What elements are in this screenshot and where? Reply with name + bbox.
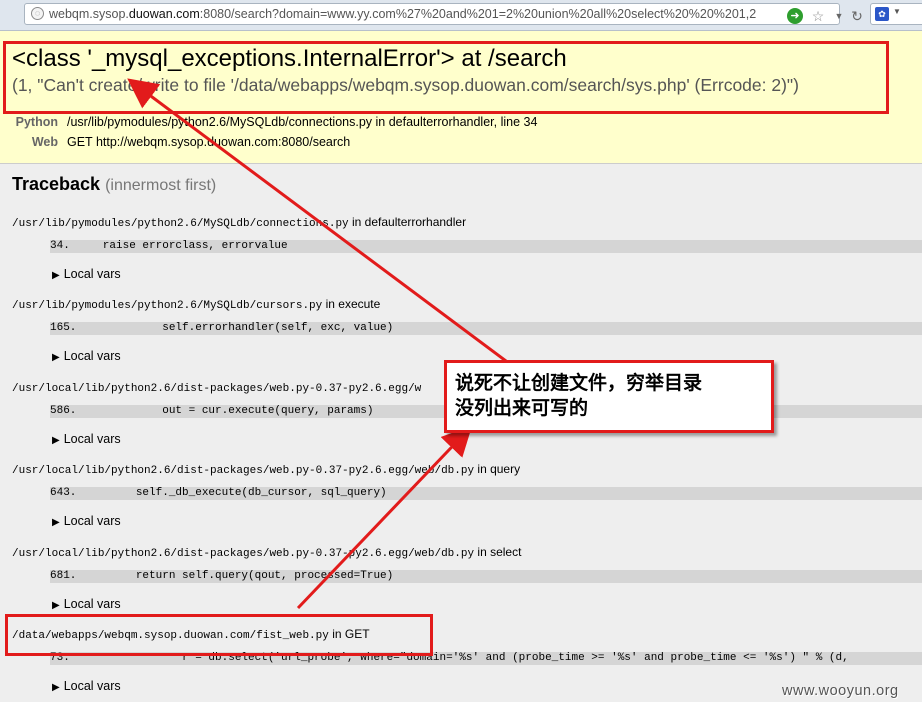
local-vars-toggle[interactable]: ▶ Local vars [52, 349, 121, 363]
triangle-right-icon: ▶ [52, 682, 60, 693]
triangle-right-icon: ▶ [52, 352, 60, 363]
reload-icon[interactable]: ↻ [849, 8, 865, 24]
frame-file: /usr/local/lib/python2.6/dist-packages/w… [12, 462, 521, 477]
local-vars-toggle[interactable]: ▶ Local vars [52, 432, 121, 446]
traceback-title: Traceback [12, 174, 101, 194]
web-value: GET http://webqm.sysop.duowan.com:8080/s… [67, 135, 351, 149]
local-vars-toggle[interactable]: ▶ Local vars [52, 267, 121, 281]
frame-file: /usr/local/lib/python2.6/dist-packages/w… [12, 545, 522, 560]
bookmark-star-icon[interactable]: ☆ [810, 8, 826, 24]
callout-line-1: 说死不让创建文件，穷举目录 [455, 372, 703, 394]
baidu-paw-icon[interactable]: ✿ [875, 7, 889, 21]
browser-toolbar: ◌ webqm.sysop.duowan.com:8080/search?dom… [0, 0, 922, 31]
frame-code: 681. return self.query(qout, processed=T… [50, 570, 922, 583]
python-value: /usr/lib/pymodules/python2.6/MySQLdb/con… [67, 115, 538, 129]
url-text[interactable]: webqm.sysop.duowan.com:8080/search?domai… [49, 7, 779, 21]
highlight-box-source-path [5, 614, 433, 656]
go-arrow-icon[interactable]: ➜ [787, 8, 803, 24]
frame-file: /usr/local/lib/python2.6/dist-packages/w… [12, 383, 422, 395]
url-dropdown-icon[interactable]: ▼ [831, 8, 847, 24]
frame-code: 165. self.errorhandler(self, exc, value) [50, 322, 922, 335]
triangle-right-icon: ▶ [52, 517, 60, 528]
python-label: Python [15, 115, 58, 129]
triangle-right-icon: ▶ [52, 435, 60, 446]
web-row: Web GET http://webqm.sysop.duowan.com:808… [0, 135, 350, 149]
local-vars-toggle[interactable]: ▶ Local vars [52, 679, 121, 693]
triangle-right-icon: ▶ [52, 600, 60, 611]
highlight-box-error [3, 41, 889, 114]
search-engine-box[interactable]: ✿ ▼ [870, 3, 922, 25]
frame-code: 643. self._db_execute(db_cursor, sql_que… [50, 487, 922, 500]
triangle-right-icon: ▶ [52, 270, 60, 281]
annotation-callout: 说死不让创建文件，穷举目录 没列出来可写的 [444, 360, 774, 433]
globe-icon: ◌ [31, 7, 44, 20]
local-vars-toggle[interactable]: ▶ Local vars [52, 597, 121, 611]
traceback-heading: Traceback (innermost first) [12, 174, 216, 195]
frame-file: /usr/lib/pymodules/python2.6/MySQLdb/con… [12, 215, 467, 230]
callout-text: 说死不让创建文件，穷举目录 没列出来可写的 [455, 371, 702, 421]
address-bar[interactable]: ◌ webqm.sysop.duowan.com:8080/search?dom… [24, 3, 863, 25]
chevron-down-icon[interactable]: ▼ [893, 7, 901, 16]
local-vars-toggle[interactable]: ▶ Local vars [52, 514, 121, 528]
frame-file: /usr/lib/pymodules/python2.6/MySQLdb/cur… [12, 297, 381, 312]
traceback-subtitle: (innermost first) [105, 177, 217, 194]
web-label: Web [31, 135, 58, 149]
frame-code: 34. raise errorclass, errorvalue [50, 240, 922, 253]
callout-line-2: 没列出来可写的 [455, 397, 589, 419]
watermark: www.wooyun.org [782, 683, 899, 699]
python-row: Python/usr/lib/pymodules/python2.6/MySQL… [0, 115, 538, 129]
